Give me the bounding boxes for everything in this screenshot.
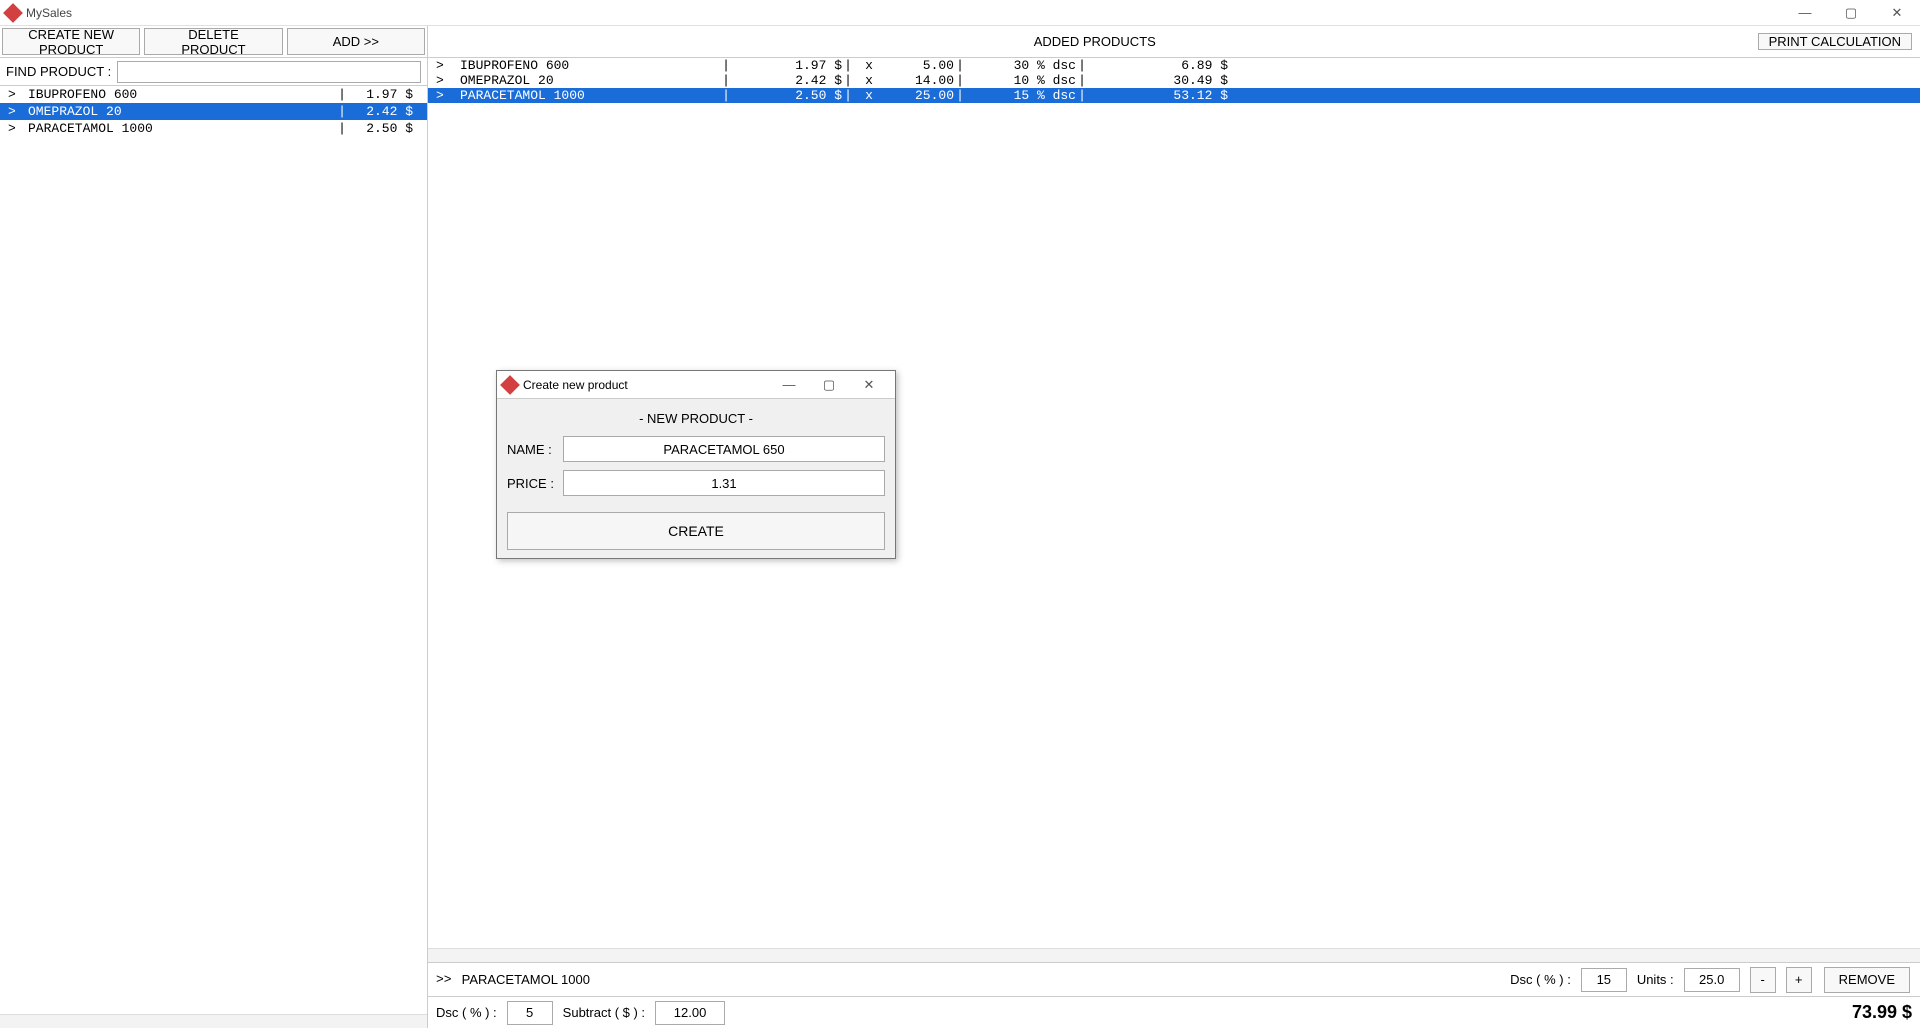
totals-bar: Dsc ( % ) : Subtract ( $ ) : 73.99 $ [428, 996, 1920, 1028]
added-discount: 10 % dsc [966, 73, 1076, 88]
added-name: IBUPROFENO 600 [460, 58, 720, 73]
dialog-app-icon [500, 375, 520, 395]
total-subtract-label: Subtract ( $ ) : [563, 1005, 645, 1020]
app-icon [3, 3, 23, 23]
find-row: FIND PRODUCT : [0, 58, 427, 86]
product-row[interactable]: >PARACETAMOL 1000 |2.50 $ [0, 120, 427, 137]
added-products-heading: ADDED PRODUCTS [434, 34, 1756, 49]
window-maximize-button[interactable]: ▢ [1828, 0, 1874, 26]
dialog-create-button[interactable]: CREATE [507, 512, 885, 550]
added-discount: 15 % dsc [966, 88, 1076, 103]
window-minimize-button[interactable]: — [1782, 0, 1828, 26]
delete-product-button[interactable]: DELETE PRODUCT [144, 28, 282, 55]
add-product-button[interactable]: ADD >> [287, 28, 425, 55]
selected-chevrons: >> [436, 972, 452, 987]
dialog-close-button[interactable]: ✕ [849, 371, 889, 399]
left-toolbar: CREATE NEW PRODUCT DELETE PRODUCT ADD >> [0, 26, 427, 58]
added-row[interactable]: >IBUPROFENO 600|1.97 $|x5.00|30 % dsc|6.… [428, 58, 1920, 73]
added-discount: 30 % dsc [966, 58, 1076, 73]
product-name: IBUPROFENO 600 [28, 87, 335, 102]
selected-dsc-label: Dsc ( % ) : [1510, 972, 1571, 987]
window-close-button[interactable]: ✕ [1874, 0, 1920, 26]
product-row[interactable]: >IBUPROFENO 600 |1.97 $ [0, 86, 427, 103]
right-toolbar: ADDED PRODUCTS PRINT CALCULATION [428, 26, 1920, 58]
left-pane: CREATE NEW PRODUCT DELETE PRODUCT ADD >>… [0, 26, 428, 1028]
total-dsc-input[interactable] [507, 1001, 553, 1025]
added-row[interactable]: >OMEPRAZOL 20|2.42 $|x14.00|10 % dsc|30.… [428, 73, 1920, 88]
added-name: OMEPRAZOL 20 [460, 73, 720, 88]
right-horizontal-scroll[interactable] [428, 948, 1920, 962]
find-label: FIND PRODUCT : [6, 64, 111, 79]
dialog-price-label: PRICE : [507, 476, 557, 491]
create-product-dialog: Create new product — ▢ ✕ - NEW PRODUCT -… [496, 370, 896, 559]
added-price: 2.50 $ [732, 88, 842, 103]
dialog-name-label: NAME : [507, 442, 557, 457]
print-calculation-button[interactable]: PRINT CALCULATION [1758, 33, 1912, 50]
product-price: 1.97 $ [349, 87, 419, 102]
app-title: MySales [26, 6, 72, 20]
selected-units-input[interactable] [1684, 968, 1740, 992]
units-decrement-button[interactable]: - [1750, 967, 1776, 993]
product-price: 2.50 $ [349, 121, 419, 136]
added-price: 1.97 $ [732, 58, 842, 73]
product-row[interactable]: >OMEPRAZOL 20 |2.42 $ [0, 103, 427, 120]
added-price: 2.42 $ [732, 73, 842, 88]
remove-item-button[interactable]: REMOVE [1824, 967, 1910, 993]
added-total: 53.12 $ [1088, 88, 1228, 103]
added-name: PARACETAMOL 1000 [460, 88, 720, 103]
selected-item-name: PARACETAMOL 1000 [462, 972, 590, 987]
find-input[interactable] [117, 61, 421, 83]
dialog-name-input[interactable] [563, 436, 885, 462]
added-row[interactable]: >PARACETAMOL 1000|2.50 $|x25.00|15 % dsc… [428, 88, 1920, 103]
added-qty: 14.00 [884, 73, 954, 88]
grand-total: 73.99 $ [1852, 1002, 1912, 1023]
product-price: 2.42 $ [349, 104, 419, 119]
added-total: 30.49 $ [1088, 73, 1228, 88]
create-product-button[interactable]: CREATE NEW PRODUCT [2, 28, 140, 55]
total-dsc-label: Dsc ( % ) : [436, 1005, 497, 1020]
dialog-title-bar[interactable]: Create new product — ▢ ✕ [497, 371, 895, 399]
total-subtract-input[interactable] [655, 1001, 725, 1025]
left-horizontal-scroll[interactable] [0, 1014, 427, 1028]
units-increment-button[interactable]: + [1786, 967, 1812, 993]
added-total: 6.89 $ [1088, 58, 1228, 73]
product-name: PARACETAMOL 1000 [28, 121, 335, 136]
added-qty: 25.00 [884, 88, 954, 103]
selected-dsc-input[interactable] [1581, 968, 1627, 992]
product-list[interactable]: >IBUPROFENO 600 |1.97 $>OMEPRAZOL 20 |2.… [0, 86, 427, 1014]
dialog-maximize-button[interactable]: ▢ [809, 371, 849, 399]
product-name: OMEPRAZOL 20 [28, 104, 335, 119]
dialog-title: Create new product [523, 378, 769, 392]
title-bar: MySales — ▢ ✕ [0, 0, 1920, 26]
dialog-minimize-button[interactable]: — [769, 371, 809, 399]
dialog-price-input[interactable] [563, 470, 885, 496]
dialog-heading: - NEW PRODUCT - [507, 411, 885, 426]
selected-item-bar: >> PARACETAMOL 1000 Dsc ( % ) : Units : … [428, 962, 1920, 996]
selected-units-label: Units : [1637, 972, 1674, 987]
added-qty: 5.00 [884, 58, 954, 73]
